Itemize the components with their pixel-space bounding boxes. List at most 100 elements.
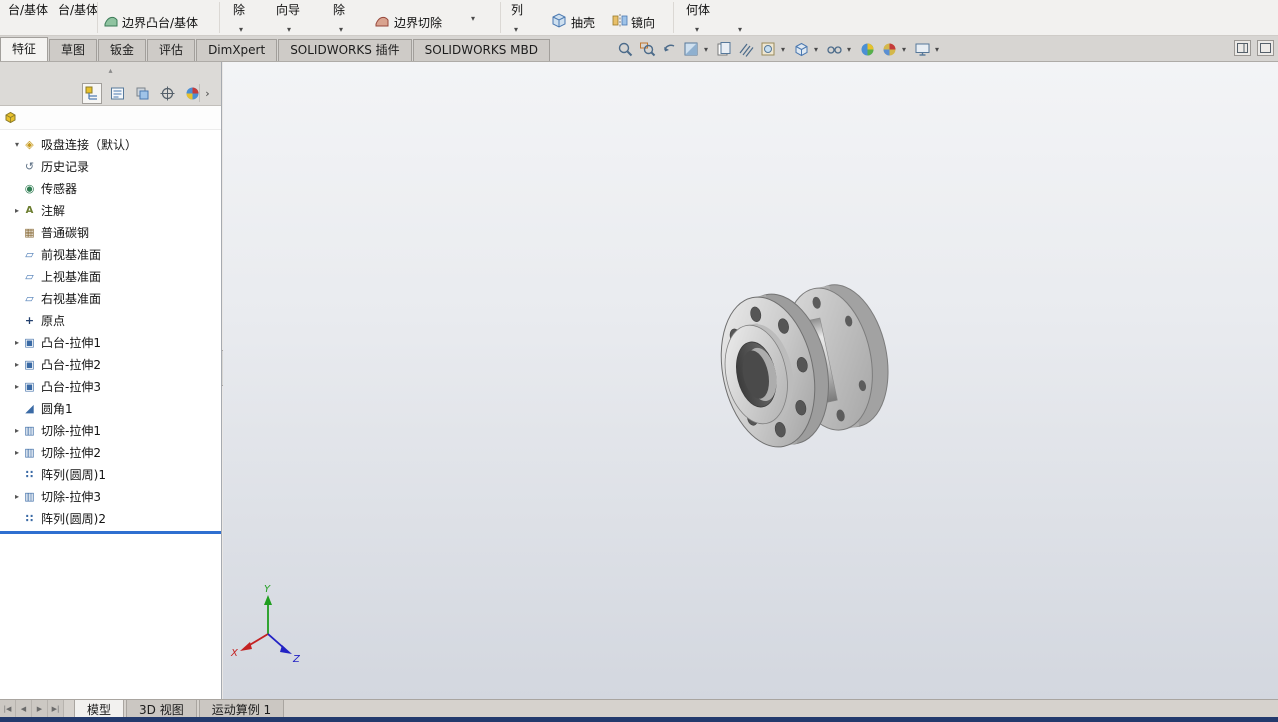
graphics-viewport[interactable]: Y X Z — [223, 62, 1278, 699]
chevron-down-icon[interactable]: ▾ — [935, 45, 943, 54]
tree-item[interactable]: 原点 — [0, 309, 221, 331]
annotation-views-icon[interactable] — [715, 40, 734, 59]
chevron-down-icon[interactable]: ▾ — [902, 45, 910, 54]
sheet-nav-button[interactable]: ◀ — [16, 700, 32, 717]
command-tab[interactable]: SOLIDWORKS 插件 — [278, 39, 412, 61]
section-view-icon[interactable] — [682, 40, 701, 59]
extruded-cut-button[interactable]: 除 — [233, 1, 245, 18]
sheet-nav-button[interactable]: ▶ — [32, 700, 48, 717]
revolved-boss-base-button[interactable]: 台/基体 — [58, 1, 98, 18]
tree-item[interactable]: 传感器 — [0, 177, 221, 199]
command-tab[interactable]: SOLIDWORKS MBD — [412, 39, 550, 61]
full-pane-button[interactable] — [1257, 40, 1274, 56]
chevron-down-icon[interactable]: ▾ — [339, 25, 343, 34]
chevron-down-icon[interactable]: ▾ — [287, 25, 291, 34]
command-tab[interactable]: DimXpert — [196, 39, 278, 61]
feature-manager-tab[interactable] — [82, 82, 102, 104]
command-tab[interactable]: 评估 — [147, 39, 196, 61]
configuration-manager-tab[interactable] — [132, 83, 152, 104]
sheet-nav-button[interactable]: ▶| — [48, 700, 64, 717]
tree-item[interactable]: ▸ 凸台-拉伸3 — [0, 375, 221, 397]
mirror-icon — [612, 14, 628, 27]
shell-button[interactable]: 抽壳 — [571, 14, 595, 31]
tree-item[interactable]: ▸ 切除-拉伸3 — [0, 485, 221, 507]
panel-scroll-up[interactable]: ▴ — [0, 62, 221, 81]
panel-flyout-arrow[interactable]: › — [199, 84, 215, 102]
sheet-tab[interactable]: 模型 — [74, 700, 125, 717]
chevron-down-icon[interactable]: ▾ — [695, 25, 699, 34]
part-icon — [22, 137, 37, 152]
split-pane-button[interactable] — [1234, 40, 1251, 56]
appearance-ball-icon[interactable] — [759, 40, 778, 59]
boundary-cut-button[interactable]: 边界切除 — [394, 14, 442, 31]
tree-item[interactable]: ▸ 注解 — [0, 199, 221, 221]
chevron-down-icon[interactable]: ▾ — [738, 25, 742, 34]
hole-wizard-button[interactable]: 向导 — [276, 1, 300, 18]
zoom-to-area-icon[interactable] — [638, 40, 657, 59]
apply-scene-icon[interactable] — [880, 40, 899, 59]
tree-item[interactable]: 阵列(圆周)2 — [0, 507, 221, 529]
boundary-boss-base-button[interactable]: 边界凸台/基体 — [122, 14, 198, 31]
edit-appearance-icon[interactable] — [858, 40, 877, 59]
tree-expand-caret[interactable]: ▾ — [12, 140, 22, 149]
nav-arrow-icon: |◀ — [3, 704, 12, 713]
tree-item[interactable]: 上视基准面 — [0, 265, 221, 287]
tree-item[interactable]: 前视基准面 — [0, 243, 221, 265]
hatch-measure-icon[interactable] — [737, 40, 756, 59]
chevron-down-icon[interactable]: ▾ — [704, 45, 712, 54]
chevron-down-icon[interactable]: ▾ — [814, 45, 822, 54]
command-tab[interactable]: 草图 — [49, 39, 98, 61]
chevron-down-icon[interactable]: ▾ — [239, 25, 243, 34]
command-tab[interactable]: 特征 — [0, 37, 49, 61]
tree-item[interactable]: ▸ 凸台-拉伸2 — [0, 353, 221, 375]
tree-item[interactable]: ▾ 吸盘连接（默认） — [0, 133, 221, 155]
tree-expand-caret[interactable]: ▸ — [12, 492, 22, 501]
sheet-tab[interactable]: 运动算例 1 — [198, 700, 285, 717]
sheet-tab[interactable]: 3D 视图 — [126, 700, 197, 717]
tree-item[interactable]: ▸ 凸台-拉伸1 — [0, 331, 221, 353]
tree-expand-caret[interactable]: ▸ — [12, 206, 22, 215]
chevron-down-icon[interactable]: ▾ — [781, 45, 789, 54]
chevron-down-icon[interactable]: ▾ — [847, 45, 855, 54]
display-style-icon[interactable] — [792, 40, 811, 59]
tree-item-label: 凸台-拉伸1 — [41, 335, 101, 350]
bottom-tab-bar: |◀ ◀ ▶ ▶| 模型 3D 视图 运动算例 1 — [0, 699, 1278, 717]
flange-model[interactable] — [708, 273, 901, 456]
revolved-cut-button[interactable]: 除 — [333, 1, 345, 18]
tree-item[interactable]: 右视基准面 — [0, 287, 221, 309]
tree-expand-caret[interactable]: ▸ — [12, 448, 22, 457]
zoom-to-fit-icon[interactable] — [616, 40, 635, 59]
dimxpert-manager-tab[interactable] — [157, 83, 177, 104]
reference-geometry-button[interactable]: 何体 — [686, 1, 710, 18]
tree-item[interactable]: 圆角1 — [0, 397, 221, 419]
tree-item[interactable]: 阵列(圆周)1 — [0, 463, 221, 485]
tree-expand-caret[interactable]: ▸ — [12, 426, 22, 435]
tree-expand-caret[interactable]: ▸ — [12, 360, 22, 369]
command-tab-label: 草图 — [61, 43, 86, 57]
tree-item[interactable]: 历史记录 — [0, 155, 221, 177]
viewport-canvas[interactable]: Y X Z — [223, 62, 1278, 699]
mirror-button[interactable]: 镜向 — [631, 14, 655, 31]
property-manager-tab[interactable] — [107, 83, 127, 104]
part-icon — [5, 111, 16, 124]
boundary-boss-icon — [104, 16, 118, 27]
chevron-down-icon[interactable]: ▾ — [514, 25, 518, 34]
tree-item[interactable]: 普通碳钢 — [0, 221, 221, 243]
rollback-bar[interactable] — [0, 531, 221, 534]
extruded-boss-base-button[interactable]: 台/基体 — [8, 1, 48, 18]
previous-view-icon[interactable] — [660, 40, 679, 59]
sheet-nav-button[interactable]: |◀ — [0, 700, 16, 717]
tree-item[interactable]: ▸ 切除-拉伸1 — [0, 419, 221, 441]
command-tab-label: DimXpert — [208, 43, 266, 57]
hide-show-items-icon[interactable] — [825, 40, 844, 59]
command-tab[interactable]: 钣金 — [98, 39, 147, 61]
view-settings-icon[interactable] — [913, 40, 932, 59]
orientation-triad[interactable]: Y X Z — [230, 584, 301, 665]
tree-expand-caret[interactable]: ▸ — [12, 338, 22, 347]
tree-item[interactable]: ▸ 切除-拉伸2 — [0, 441, 221, 463]
triad-z-label: Z — [292, 654, 301, 665]
chevron-down-icon[interactable]: ▾ — [471, 14, 475, 23]
solidworks-window: 台/基体 台/基体 边界凸台/基体 除 ▾ 向导 ▾ 除 ▾ 边界切除 ▾ 列 … — [0, 0, 1278, 722]
pattern-button[interactable]: 列 — [511, 1, 523, 18]
tree-expand-caret[interactable]: ▸ — [12, 382, 22, 391]
